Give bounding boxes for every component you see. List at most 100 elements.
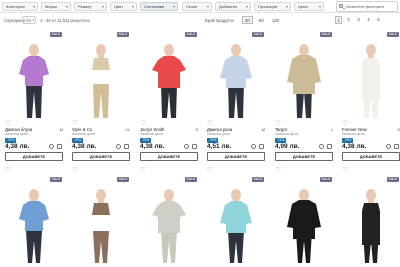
chevron-down-icon: ▾ [32,18,34,22]
eye-icon[interactable] [319,144,324,149]
chevron-down-icon: ▾ [206,4,209,9]
chevron-down-icon: ▾ [131,4,134,9]
product-image[interactable] [138,175,200,265]
filter-color[interactable]: Цвят ▾ [110,2,137,11]
product-image[interactable] [70,175,132,265]
bag-icon[interactable] [57,144,62,149]
discount-badge: -75% [72,138,83,143]
filter-brand[interactable]: Марки ▾ [41,2,71,11]
mannequin-figure [92,189,110,263]
sale-badge: SALE [252,32,264,37]
product-price: 4,38 лв. [5,143,30,150]
sale-badge: SALE [320,177,332,182]
sale-badge: SALE [252,177,264,182]
discount-badge: -75% [342,138,353,143]
discount-badge: -75% [140,138,151,143]
page-3[interactable]: 3 [355,16,362,24]
eye-icon[interactable] [116,144,121,149]
chevron-down-icon: ▾ [285,4,288,9]
heart-icon[interactable]: ♡ [342,167,348,174]
bag-icon[interactable] [394,144,399,149]
filter-price[interactable]: Цена ▾ [294,2,324,11]
filter-season[interactable]: Сезон ▾ [182,2,212,11]
heart-icon[interactable]: ♡ [72,120,78,127]
product-image[interactable] [273,175,335,265]
filter-size-label: Размер [78,4,92,9]
product-image[interactable] [340,30,400,120]
filter-brand-label: Марки [45,4,57,9]
chevron-down-icon: ▾ [172,4,175,9]
filter-price-label: Цена [298,4,308,9]
chevron-down-icon: ▾ [32,4,35,9]
product-size: L [330,127,333,132]
product-size: M [59,127,63,132]
sale-badge: SALE [185,177,197,182]
add-to-cart-button[interactable]: ДОБАВЕТЕ [140,152,198,161]
heart-icon[interactable]: ♡ [207,120,213,127]
bag-icon[interactable] [124,144,129,149]
clear-filters-search[interactable]: Изчистете филтрите [336,1,398,12]
results-count: 1 - 30 от 11 611 резултата [40,18,90,23]
add-to-cart-button[interactable]: ДОБАВЕТЕ [5,152,63,161]
product-size: M [261,127,265,132]
product-image[interactable] [205,30,267,120]
filter-category[interactable]: Категории ▾ [2,2,38,11]
heart-icon[interactable]: ♡ [5,167,11,174]
per-page-30[interactable]: 30 [242,16,253,24]
old-price-label: начална цена [342,132,365,136]
bag-icon[interactable] [259,144,264,149]
mannequin-figure [152,44,186,118]
sort-select[interactable]: ▾ [22,16,36,24]
page-2[interactable]: 2 [345,16,352,24]
search-icon [339,4,343,8]
product-image[interactable] [340,175,400,265]
product-image[interactable] [70,30,132,120]
heart-icon[interactable]: ♡ [275,167,281,174]
sale-badge: SALE [387,177,399,182]
eye-icon[interactable] [49,144,54,149]
product-price: 4,38 лв. [140,143,165,150]
filter-category-label: Категории [6,4,25,9]
add-to-cart-button[interactable]: ДОБАВЕТЕ [275,152,333,161]
eye-icon[interactable] [251,144,256,149]
heart-icon[interactable]: ♡ [275,120,281,127]
sale-badge: SALE [320,32,332,37]
product-image[interactable] [3,30,65,120]
product-size: XL [125,127,130,132]
heart-icon[interactable]: ♡ [342,120,348,127]
add-to-cart-button[interactable]: ДОБАВЕТЕ [342,152,400,161]
page-4[interactable]: 4 [365,16,372,24]
old-price-label: начална цена [275,132,298,136]
add-to-cart-button[interactable]: ДОБАВЕТЕ [72,152,130,161]
filter-bar: Категории ▾ Марки ▾ Размер ▾ Цвят ▾ Състояни… [0,0,400,13]
bag-icon[interactable] [327,144,332,149]
heart-icon[interactable]: ♡ [207,167,213,174]
filter-condition-label: Състояние [144,4,165,9]
product-image[interactable] [3,175,65,265]
page-1[interactable]: 1 [335,16,342,24]
per-page-120[interactable]: 120 [269,16,282,24]
filter-added[interactable]: Добавено ▾ [215,2,251,11]
per-page-60[interactable]: 60 [256,16,267,24]
filter-size[interactable]: Размер ▾ [74,2,107,11]
bag-icon[interactable] [192,144,197,149]
add-to-cart-button[interactable]: ДОБАВЕТЕ [207,152,265,161]
product-image[interactable] [205,175,267,265]
product-image[interactable] [273,30,335,120]
eye-icon[interactable] [184,144,189,149]
heart-icon[interactable]: ♡ [72,167,78,174]
page-5[interactable]: 5 [375,16,382,24]
heart-icon[interactable]: ♡ [140,167,146,174]
clear-filters-text: Изчистете филтрите [346,4,385,9]
eye-icon[interactable] [386,144,391,149]
sale-badge: SALE [117,177,129,182]
filter-promotion[interactable]: Промоция ▾ [254,2,291,11]
old-price-label: начална цена [72,132,95,136]
sale-badge: SALE [117,32,129,37]
filter-color-label: Цвят [114,4,124,9]
product-image[interactable] [138,30,200,120]
heart-icon[interactable]: ♡ [140,120,146,127]
product-price: 4,38 лв. [72,143,97,150]
filter-condition[interactable]: Състояние ▾ [140,2,178,11]
heart-icon[interactable]: ♡ [5,120,11,127]
